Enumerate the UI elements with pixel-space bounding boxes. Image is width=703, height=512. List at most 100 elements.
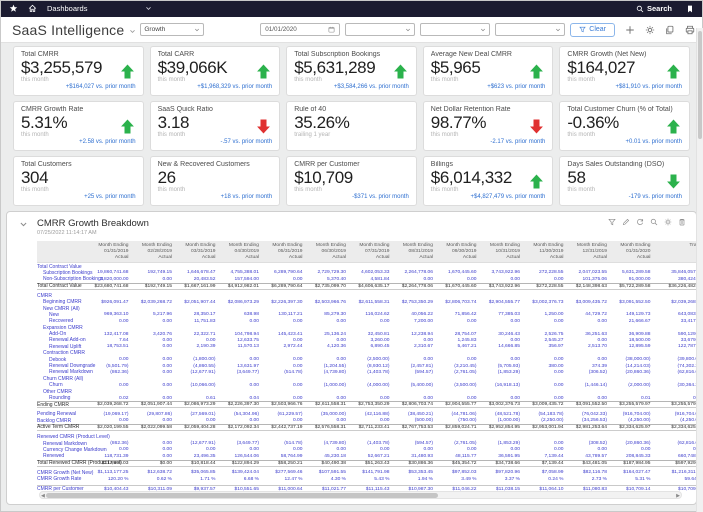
table-column-header[interactable]: Month Ending04/30/2019Actual — [220, 241, 264, 262]
table-cell: (4,860.55) — [176, 364, 220, 369]
search-icon[interactable] — [650, 218, 658, 226]
kpi-card[interactable]: CMRR Growth Rate5.31%this month+2.58 vs.… — [13, 101, 144, 151]
scrollbar-thumb[interactable] — [46, 493, 438, 498]
filter-icon[interactable] — [608, 218, 616, 226]
printer-icon[interactable] — [685, 25, 695, 35]
table-cell: 2,526.75 — [524, 332, 568, 337]
table-column-header[interactable]: Month Ending11/30/2019Actual — [524, 241, 568, 262]
row-label-link[interactable]: Subscription Bookings — [37, 270, 89, 276]
row-label-link[interactable]: Renewal Uplift — [37, 344, 89, 350]
row-label-link[interactable]: Renewed — [37, 453, 89, 459]
kpi-card[interactable]: Days Sales Outstanding (DSO)58this month… — [559, 156, 690, 206]
kpi-title: Average New Deal CMRR — [431, 51, 546, 58]
kpi-card[interactable]: SaaS Quick Ratio3.18this month-.57 vs. p… — [150, 101, 281, 151]
collapse-chevron-icon[interactable] — [19, 220, 28, 229]
kpi-card[interactable]: Rule of 4035.26%trailing 1 year — [286, 101, 417, 151]
table-column-header[interactable]: Month Ending01/31/2020Actual — [611, 241, 655, 262]
row-label-link[interactable]: Non-Subscription Bookings — [37, 276, 89, 282]
vertical-scrollbar[interactable] — [696, 28, 703, 512]
row-label-link[interactable]: Contraction CMRR — [37, 350, 89, 356]
date-input[interactable]: 01/01/2020 — [260, 23, 340, 36]
kpi-value: 5.31% — [21, 113, 136, 132]
scroll-right-arrow[interactable]: ▶ — [676, 493, 680, 499]
row-label-link[interactable]: Churn — [37, 382, 89, 388]
row-label-link[interactable]: Other CMRR — [37, 389, 89, 395]
filter-select-1[interactable] — [345, 23, 415, 36]
row-label-link[interactable]: Total Contract Value — [37, 264, 89, 270]
filter-select-2[interactable] — [420, 23, 490, 36]
kpi-card[interactable]: Average New Deal CMRR$5,965this month+$6… — [423, 46, 554, 96]
table-column-header[interactable]: Month Ending12/31/2019Actual — [568, 241, 612, 262]
table-column-header[interactable]: Month Ending01/31/2019Actual — [89, 241, 133, 262]
table-cell: (2,761.05) — [437, 441, 481, 446]
view-select[interactable]: Growth — [140, 23, 204, 36]
table-column-header[interactable]: Month Ending10/31/2019Actual — [481, 241, 525, 262]
copy-icon[interactable] — [665, 25, 675, 35]
kpi-title: Net Dollar Retention Rate — [431, 106, 546, 113]
gear-icon[interactable] — [645, 25, 655, 35]
favorite-star-icon[interactable] — [9, 4, 18, 13]
row-label-link[interactable]: Debook — [37, 357, 89, 363]
table-column-header[interactable]: Month Ending09/30/2019Actual — [437, 241, 481, 262]
table-column-header[interactable]: Month Ending05/31/2019Actual — [263, 241, 307, 262]
title-chevron-icon[interactable] — [129, 28, 136, 35]
kpi-card[interactable]: CMRR Growth (Net New)$164,027this month+… — [559, 46, 690, 96]
gear-icon[interactable] — [664, 218, 672, 226]
row-label-link[interactable]: CMRR — [37, 293, 89, 299]
row-label-link[interactable]: Pending Renewal — [37, 411, 89, 417]
bookmark-icon[interactable] — [686, 4, 694, 14]
table-column-header-trailing[interactable]: Trailing 1 Year Actual — [655, 241, 698, 262]
kpi-card[interactable]: CMRR per Customer$10,709this month-$371 … — [286, 156, 417, 206]
home-icon[interactable] — [28, 4, 37, 13]
row-label-link[interactable]: New CMRR (All) — [37, 306, 89, 312]
row-label-link[interactable]: Rounding — [37, 395, 89, 401]
table-column-header[interactable]: Month Ending08/31/2019Actual — [394, 241, 438, 262]
kpi-card[interactable]: Total Subscription Bookings$5,631,289thi… — [286, 46, 417, 96]
kpi-delta: +0.01 vs. prior month — [567, 139, 682, 145]
kpi-card[interactable]: Billings$6,014,332this month+$4,827,479 … — [423, 156, 554, 206]
row-label-link[interactable]: Recovered — [37, 318, 89, 324]
row-label-link[interactable]: CMRR Growth Rate — [37, 476, 89, 482]
row-label-link[interactable]: Churn CMRR (All) — [37, 376, 89, 382]
row-label-link[interactable]: Renewed CMRR (Product Level) — [37, 434, 89, 440]
row-label-link[interactable]: Renewal Markdown — [37, 441, 89, 447]
kpi-card[interactable]: Total Customer Churn (% of Total)-0.36%t… — [559, 101, 690, 151]
row-label-link[interactable]: Currency Change Markdown — [37, 447, 89, 453]
table-column-header[interactable]: Month Ending03/31/2019Actual — [176, 241, 220, 262]
row-label-link[interactable]: Renewal Downgrade — [37, 363, 89, 369]
trash-icon[interactable] — [678, 218, 686, 226]
row-label-link[interactable]: Add-On — [37, 331, 89, 337]
refresh-icon[interactable] — [636, 218, 644, 226]
kpi-card[interactable]: Net Dollar Retention Rate98.77%this mont… — [423, 101, 554, 151]
clear-filters-button[interactable]: Clear — [570, 23, 615, 37]
vertical-scrollbar-thumb[interactable] — [698, 31, 702, 139]
row-label-link[interactable]: Expansion CMRR — [37, 325, 89, 331]
table-cell: 33,679.04 — [655, 338, 698, 343]
table-column-header[interactable]: Month Ending02/28/2019Actual — [133, 241, 177, 262]
edit-pencil-icon[interactable] — [622, 218, 630, 226]
row-label-link[interactable]: CMRR per Customer — [37, 486, 89, 492]
table-cell: 0.00 — [394, 396, 438, 401]
row-label-link[interactable]: CMRR Growth (Net New) — [37, 470, 89, 476]
row-label-link[interactable]: Renewal Markdown — [37, 369, 89, 375]
scroll-left-arrow[interactable]: ◀ — [41, 493, 45, 499]
dashboards-menu[interactable]: Dashboards — [47, 4, 152, 13]
row-label-link[interactable]: Renewal Add-on — [37, 337, 89, 343]
table-cell: 0.00 — [220, 383, 264, 388]
table-column-header[interactable]: Month Ending06/30/2019Actual — [307, 241, 351, 262]
row-label-link[interactable]: Backlog CMRR — [37, 418, 89, 424]
filter-select-3[interactable] — [495, 23, 565, 36]
row-label-link[interactable]: Beginning CMRR — [37, 299, 89, 305]
table-column-header[interactable]: Month Ending07/31/2019Actual — [350, 241, 394, 262]
kpi-card[interactable]: Total CMRR$3,255,579this month+$164,027 … — [13, 46, 144, 96]
search-button[interactable]: Search — [636, 4, 672, 13]
table-cell: $2,051,907.44 — [176, 300, 220, 305]
add-icon[interactable] — [625, 25, 635, 35]
table-cell: 0.00 — [89, 383, 133, 388]
table-cell: 13,631.97 — [220, 364, 264, 369]
kpi-card[interactable]: New & Recovered Customers26this month+18… — [150, 156, 281, 206]
kpi-card[interactable]: Total Customers304this month+25 vs. prio… — [13, 156, 144, 206]
row-label-link[interactable]: New — [37, 312, 89, 318]
horizontal-scrollbar[interactable]: ◀ ▶ — [39, 491, 682, 499]
kpi-card[interactable]: Total CARR$39,066Kthis month+$1,968,329 … — [150, 46, 281, 96]
